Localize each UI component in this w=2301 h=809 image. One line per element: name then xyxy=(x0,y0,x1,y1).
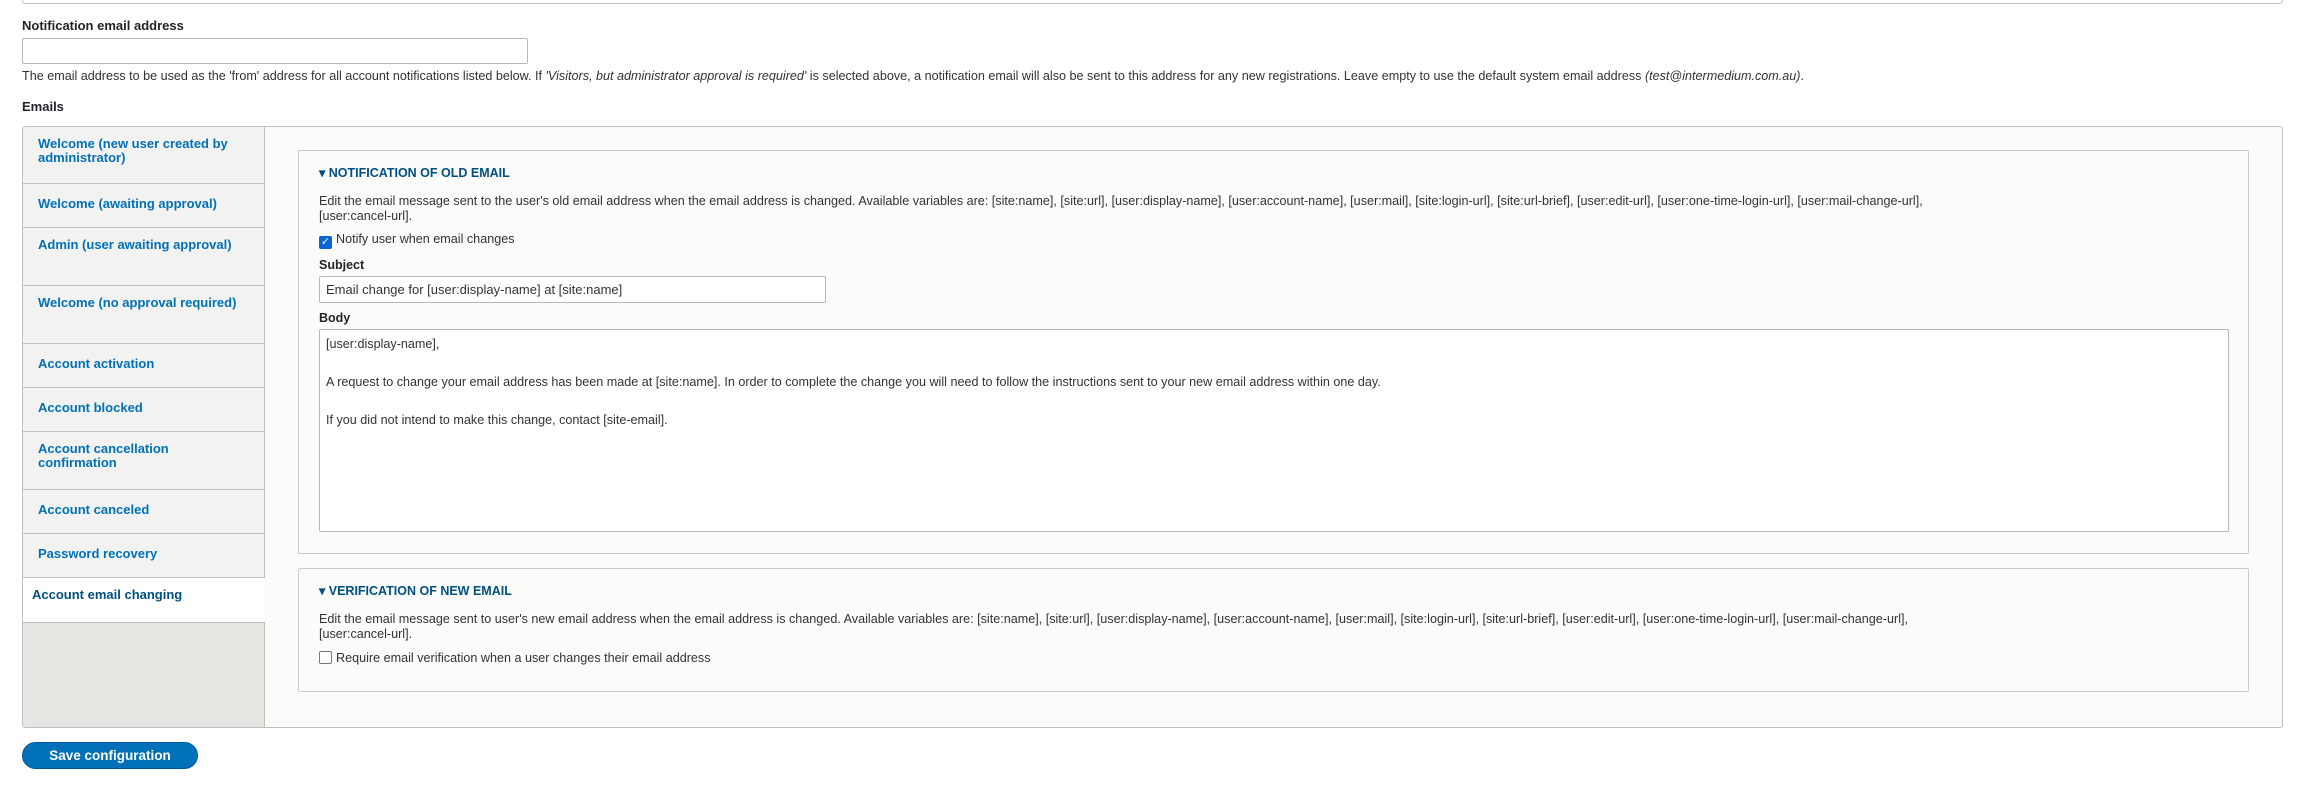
body-textarea[interactable]: [user:display-name], A request to change… xyxy=(319,329,2229,532)
tab-account-activation[interactable]: Account activation xyxy=(23,344,264,388)
tab-account-blocked[interactable]: Account blocked xyxy=(23,388,264,432)
save-configuration-button[interactable]: Save configuration xyxy=(22,742,198,769)
emails-label: Emails xyxy=(22,99,64,114)
tab-account-email-changing[interactable]: Account email changing xyxy=(23,578,265,623)
previous-fieldset-border xyxy=(22,0,2283,4)
require-verification-checkbox-row[interactable]: Require email verification when a user c… xyxy=(319,651,711,665)
tab-welcome-awaiting-approval[interactable]: Welcome (awaiting approval) xyxy=(23,184,264,228)
notify-user-checkbox-row[interactable]: ✓ Notify user when email changes xyxy=(319,232,515,249)
new-email-description-line1: Edit the email message sent to user's ne… xyxy=(319,612,1908,626)
notification-email-label: Notification email address xyxy=(22,18,184,33)
tab-welcome-no-approval[interactable]: Welcome (no approval required) xyxy=(23,286,264,344)
notification-email-description: The email address to be used as the 'fro… xyxy=(22,69,1804,83)
description-text: is selected above, a notification email … xyxy=(806,69,1645,83)
description-text: The email address to be used as the 'fro… xyxy=(22,69,546,83)
new-email-summary[interactable]: ▾ Verification of new email xyxy=(319,583,512,598)
description-text: . xyxy=(1800,69,1805,83)
description-emphasis: 'Visitors, but administrator approval is… xyxy=(545,69,807,83)
vertical-tabs: Welcome (new user created by administrat… xyxy=(22,126,2283,728)
require-verification-label: Require email verification when a user c… xyxy=(336,651,711,665)
subject-input[interactable] xyxy=(319,276,826,303)
tab-account-canceled[interactable]: Account canceled xyxy=(23,490,264,534)
tab-account-cancellation-confirmation[interactable]: Account cancellation confirmation xyxy=(23,432,264,490)
old-email-summary[interactable]: ▾ Notification of old email xyxy=(319,165,510,180)
body-label: Body xyxy=(319,311,351,325)
tab-admin-awaiting-approval[interactable]: Admin (user awaiting approval) xyxy=(23,228,264,286)
old-email-details: ▾ Notification of old email Edit the ema… xyxy=(298,150,2249,554)
new-email-title: Verification of new email xyxy=(328,584,512,598)
new-email-description-line2: [user:cancel-url]. xyxy=(319,627,413,641)
checkbox-unchecked-icon[interactable] xyxy=(319,651,332,664)
vertical-tabs-menu: Welcome (new user created by administrat… xyxy=(23,127,265,727)
triangle-down-icon: ▾ xyxy=(319,166,329,180)
subject-label: Subject xyxy=(319,258,365,272)
tab-password-recovery[interactable]: Password recovery xyxy=(23,534,264,578)
triangle-down-icon: ▾ xyxy=(319,584,329,598)
notify-user-label: Notify user when email changes xyxy=(336,232,515,246)
default-email: (test@intermedium.com.au) xyxy=(1644,69,1801,83)
old-email-description-line2: [user:cancel-url]. xyxy=(319,209,413,223)
old-email-title: Notification of old email xyxy=(328,166,510,180)
new-email-details: ▾ Verification of new email Edit the ema… xyxy=(298,568,2249,692)
old-email-description-line1: Edit the email message sent to the user'… xyxy=(319,194,1923,208)
checkbox-checked-icon[interactable]: ✓ xyxy=(319,236,332,249)
notification-email-input[interactable] xyxy=(22,38,528,64)
tab-welcome-admin-created[interactable]: Welcome (new user created by administrat… xyxy=(23,127,264,184)
